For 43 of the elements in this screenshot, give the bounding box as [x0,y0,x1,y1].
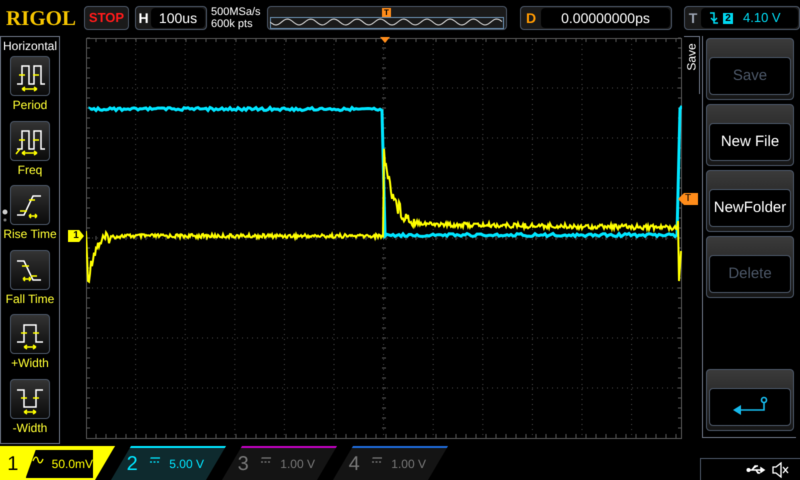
trigger-level-marker: T [678,193,698,205]
channel-number: 4 [348,452,361,477]
trigger-level: 4.10 V [743,9,781,28]
sample-rate: 500MSa/s [211,6,262,18]
delay-label: D [524,8,538,28]
channel-scale: 50.0mV [52,456,93,473]
delay-value: 0.00000000ps [541,8,670,28]
timebase-label: H [137,8,150,28]
timebase-value: 100us [151,8,205,28]
channel-1-marker: 1 [68,230,84,242]
brand-logo: RIGOL [6,8,78,28]
channel-number: 3 [236,452,250,477]
delay-box[interactable]: D 0.00000000ps [520,6,672,30]
channel-number: 2 [126,452,139,477]
measure-label: Fall Time [6,290,54,306]
channel-box[interactable]: 2 5.00 V [111,446,226,480]
measure-label: +Width [11,355,49,371]
channel-scale: 1.00 V [280,456,315,473]
memory-depth: 600k pts [211,18,254,30]
measure-label: Period [12,97,48,113]
channel-box[interactable]: 1 50.0mV [0,446,115,480]
timebase-box[interactable]: H 100us [135,6,207,30]
trigger-source: 2 [723,12,733,24]
trigger-position-marker: T [382,8,391,17]
softkey-button[interactable]: New File [706,104,794,166]
channel-scale: 5.00 V [169,456,204,473]
channel-box[interactable]: 3 1.00 V [222,446,337,480]
trigger-box[interactable]: T 2 4.10 V [684,6,800,30]
run-stop-button[interactable]: STOP [84,6,129,30]
measure-label: -Width [12,420,48,436]
measure-label: Freq [18,162,42,178]
channel-number: 1 [6,452,20,477]
softkey-label: New File [709,123,791,161]
menu-title: Horizontal [2,38,58,54]
softkey-label: NewFolder [709,189,791,227]
softkey-label: Save [709,57,791,95]
measure-label: Rise Time [3,226,57,242]
trigger-label: T [688,8,698,28]
channel-box[interactable]: 4 1.00 V [333,446,448,480]
softkey-label: Delete [709,255,791,293]
softkey-button[interactable]: NewFolder [706,170,794,232]
menu-tab-label: Save [686,43,698,71]
channel-scale: 1.00 V [391,456,426,473]
